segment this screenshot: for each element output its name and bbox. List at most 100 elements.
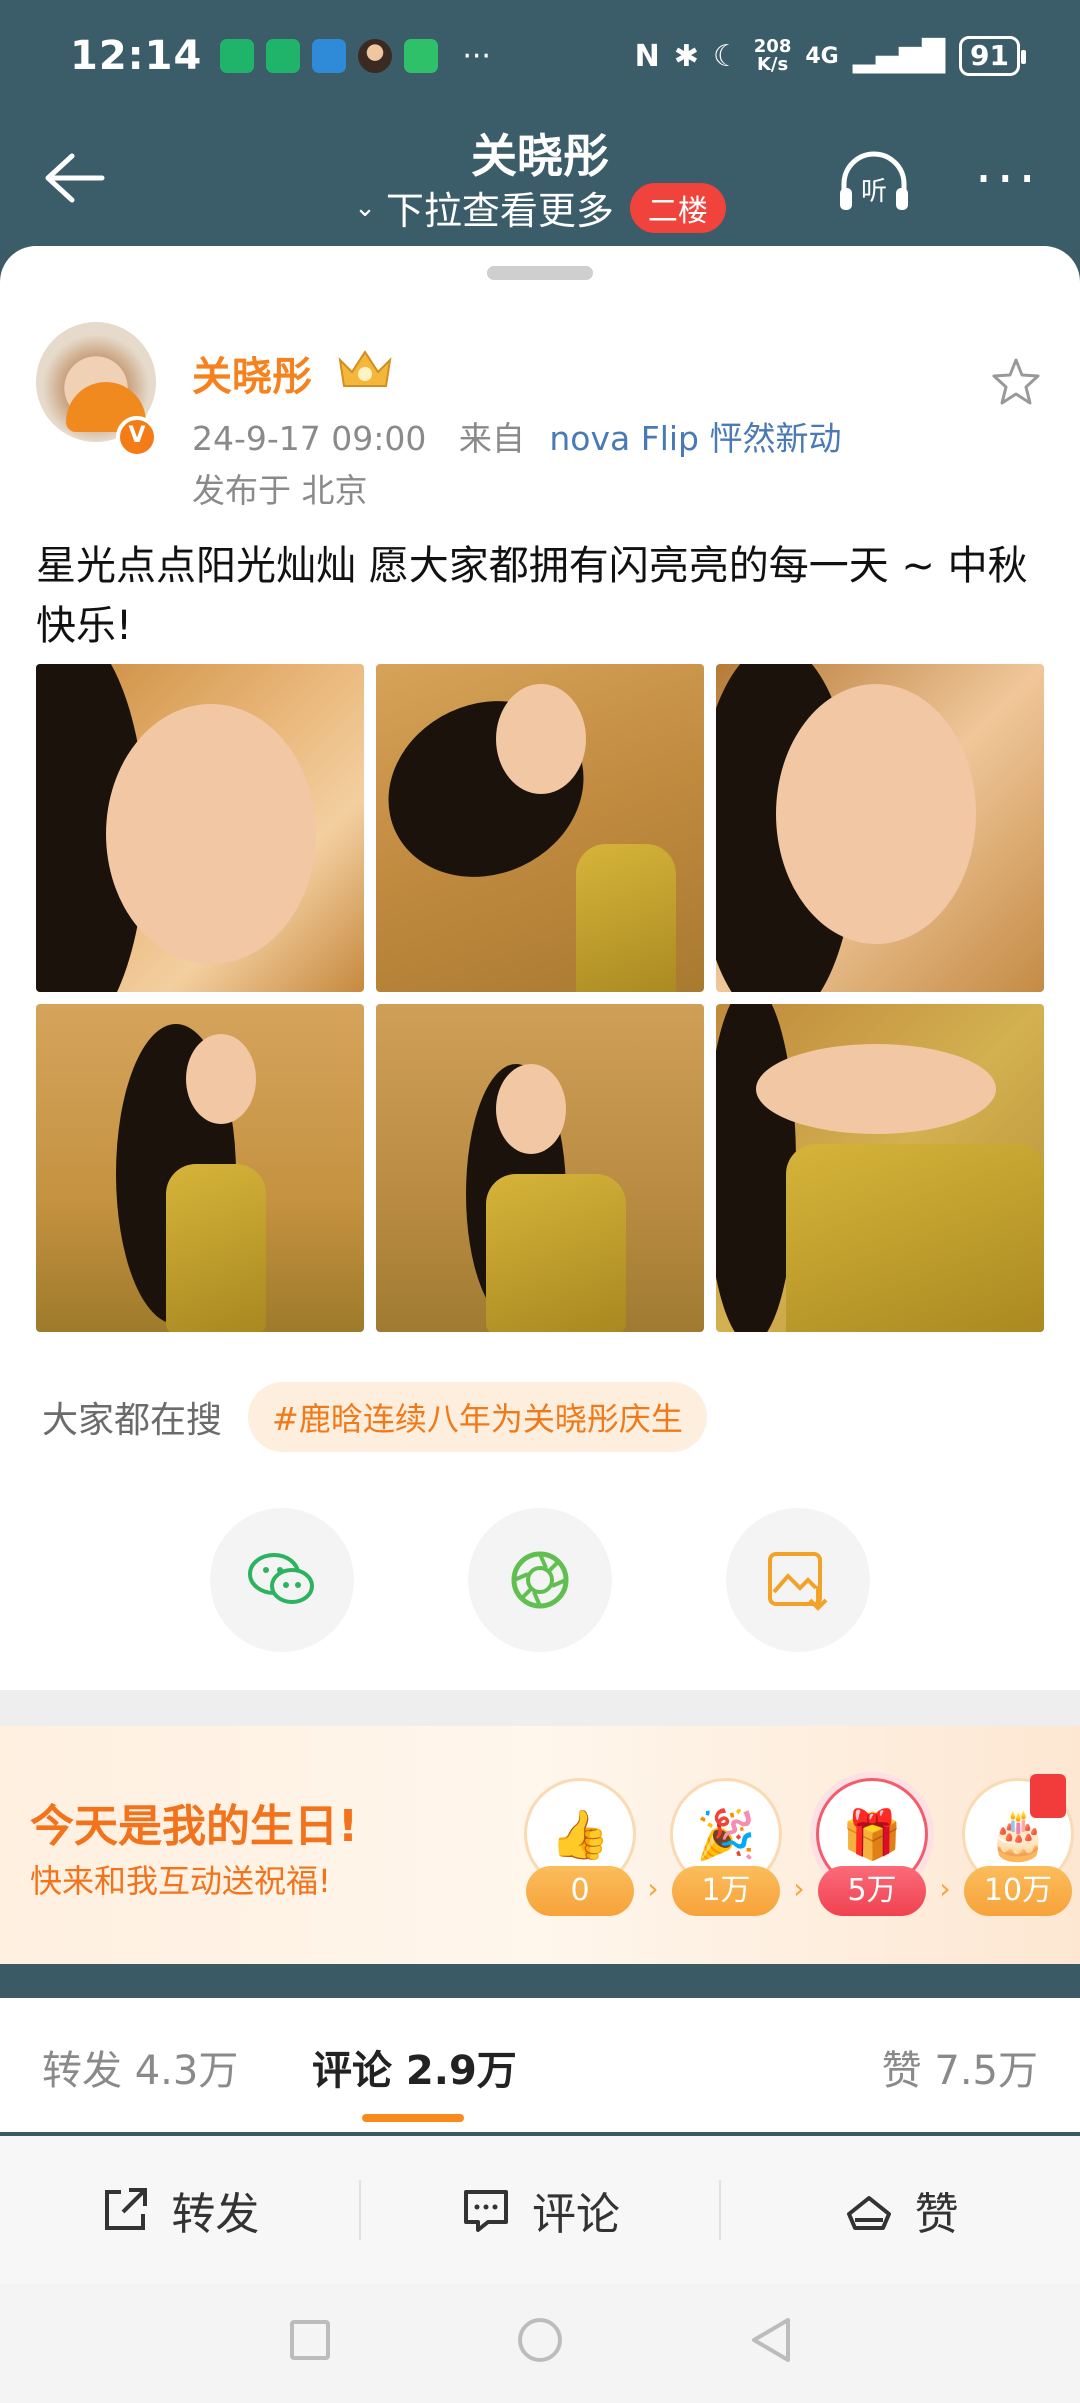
- avatar-notification-icon: [358, 39, 393, 73]
- photo-hair: [716, 1004, 796, 1332]
- signal-icon: ▂▄▆█: [852, 38, 946, 74]
- comment-label: 评论: [532, 2189, 620, 2240]
- favorite-star-icon[interactable]: [990, 356, 1042, 408]
- comment-icon: [464, 2190, 508, 2232]
- post-photo[interactable]: [36, 1004, 364, 1332]
- photo-dress: [576, 844, 676, 992]
- action-bar: 转发 评论 赞: [0, 2136, 1080, 2284]
- photo-grid: [36, 664, 1044, 1332]
- photo-face: [496, 1064, 566, 1154]
- author-name[interactable]: 关晓彤: [192, 344, 312, 402]
- net-speed: 208 K/s: [754, 38, 792, 74]
- birthday-subtitle: 快来和我互动送祝福!: [30, 1862, 331, 1900]
- system-nav-bar: [0, 2284, 1080, 2403]
- tier-party[interactable]: 🎉 1万: [662, 1778, 790, 1928]
- chevron-right-icon: ›: [647, 1872, 659, 1905]
- like-button[interactable]: 赞: [719, 2180, 1080, 2240]
- nfc-icon: Ν: [634, 38, 660, 74]
- verified-badge: V: [116, 416, 158, 458]
- birthday-tiers: 👍 0 › 🎉 1万 › 🎁 5万 › 🎂 10万: [516, 1778, 1080, 1928]
- share-row: [210, 1508, 870, 1652]
- app-notification-icon: [312, 39, 347, 73]
- battery-icon: 91: [959, 36, 1026, 76]
- svg-text:听: 听: [861, 177, 887, 207]
- post-photo[interactable]: [376, 664, 704, 992]
- post-source[interactable]: nova Flip 怦然新动: [549, 419, 841, 458]
- photo-dress: [786, 1144, 1044, 1332]
- post-card: V 关晓彤 24-9-17 09:00 来自 nova Flip 怦然新动 发布…: [0, 246, 1080, 1690]
- floor-badge: 二楼: [629, 182, 726, 233]
- crown-icon: [338, 350, 392, 387]
- status-time: 12:14: [70, 33, 203, 79]
- system-back-button[interactable]: [748, 2316, 794, 2364]
- chevron-down-icon: ⌄: [354, 192, 376, 223]
- net-speed-unit: K/s: [756, 54, 789, 75]
- photo-dress: [166, 1164, 266, 1332]
- share-moments-button[interactable]: [468, 1508, 612, 1652]
- moon-icon: ☾: [712, 38, 740, 74]
- repost-label: 转发: [171, 2189, 260, 2240]
- notification-icons: ···: [220, 39, 491, 74]
- tier-value: 5万: [818, 1866, 926, 1916]
- home-button[interactable]: [518, 2318, 562, 2362]
- moments-icon: [511, 1551, 569, 1609]
- wechat-icon: [248, 1553, 314, 1604]
- tier-value: 10万: [964, 1866, 1072, 1916]
- pull-down-text: 下拉查看更多: [385, 189, 614, 233]
- hot-search-label: 大家都在搜: [42, 1400, 223, 1441]
- photo-dress: [486, 1174, 626, 1332]
- chevron-right-icon: ›: [939, 1872, 951, 1905]
- thumbs-up-icon: [846, 2196, 891, 2230]
- interaction-tabs: 转发 4.3万 评论 2.9万 赞 7.5万: [0, 1998, 1080, 2132]
- save-image-icon: [768, 1552, 828, 1611]
- photo-face: [186, 1034, 256, 1124]
- tab-comment[interactable]: 评论 2.9万: [312, 2038, 517, 2096]
- top-bar: 12:14 ··· Ν ✱ ☾ 208 K/s 4G ▂▄▆█ 91 关晓彤 ⌄…: [0, 0, 1080, 250]
- hot-search-tag[interactable]: #鹿晗连续八年为关晓彤庆生: [248, 1382, 707, 1452]
- post-photo[interactable]: [716, 664, 1044, 992]
- section-separator: [0, 1690, 1080, 1726]
- status-bar: 12:14 ··· Ν ✱ ☾ 208 K/s 4G ▂▄▆█ 91: [70, 28, 1026, 84]
- tab-repost[interactable]: 转发 4.3万: [42, 2038, 238, 2096]
- save-image-button[interactable]: [726, 1508, 870, 1652]
- tier-gift[interactable]: 🎁 5万: [808, 1778, 936, 1928]
- more-options-button[interactable]: ···: [975, 152, 1040, 208]
- chevron-right-icon: ›: [793, 1872, 805, 1905]
- status-right: Ν ✱ ☾ 208 K/s 4G ▂▄▆█ 91: [634, 36, 1026, 76]
- page-title: 关晓彤: [471, 129, 609, 183]
- birthday-banner[interactable]: 今天是我的生日! 快来和我互动送祝福! 👍 0 › 🎉 1万 › 🎁 5万 › …: [0, 1726, 1080, 1964]
- post-photo[interactable]: [716, 1004, 1044, 1332]
- photo-arm: [756, 1044, 996, 1134]
- listen-button[interactable]: 听: [836, 150, 912, 214]
- recent-apps-button[interactable]: [290, 2320, 330, 2360]
- like-label: 赞: [914, 2189, 959, 2240]
- comment-button[interactable]: 评论: [358, 2180, 720, 2240]
- bluetooth-icon: ✱: [673, 38, 699, 74]
- photo-face: [496, 684, 586, 794]
- signal-type: 4G: [805, 43, 839, 69]
- drag-handle[interactable]: [487, 266, 593, 280]
- tier-value: 0: [526, 1866, 634, 1916]
- tier-value: 1万: [672, 1866, 780, 1916]
- post-text: 星光点点阳光灿灿 愿大家都拥有闪亮亮的每一天 ~ 中秋快乐!: [36, 543, 1028, 649]
- post-location: 发布于 北京: [192, 471, 368, 510]
- red-envelope-icon[interactable]: [1030, 1774, 1066, 1818]
- headphones-icon: 听: [840, 151, 908, 210]
- tab-like[interactable]: 赞 7.5万: [882, 2038, 1038, 2096]
- app-notification-icon: [220, 39, 255, 73]
- post-photo[interactable]: [376, 1004, 704, 1332]
- pull-down-hint[interactable]: ⌄ 下拉查看更多 二楼: [0, 180, 1080, 235]
- post-photo[interactable]: [36, 664, 364, 992]
- wechat-notification-icon: [404, 39, 439, 73]
- more-notifications: ···: [462, 38, 491, 74]
- tab-indicator: [362, 2114, 464, 2122]
- photo-face: [106, 704, 316, 964]
- repost-button[interactable]: 转发: [0, 2180, 359, 2240]
- post-time: 24-9-17 09:00: [192, 419, 427, 458]
- share-wechat-button[interactable]: [210, 1508, 354, 1652]
- app-notification-icon: [266, 39, 301, 73]
- repost-icon: [105, 2188, 148, 2230]
- post-meta: 24-9-17 09:00 来自 nova Flip 怦然新动: [192, 412, 842, 460]
- hot-search-row: 大家都在搜 #鹿晗连续八年为关晓彤庆生: [42, 1382, 707, 1452]
- tier-like[interactable]: 👍 0: [516, 1778, 644, 1928]
